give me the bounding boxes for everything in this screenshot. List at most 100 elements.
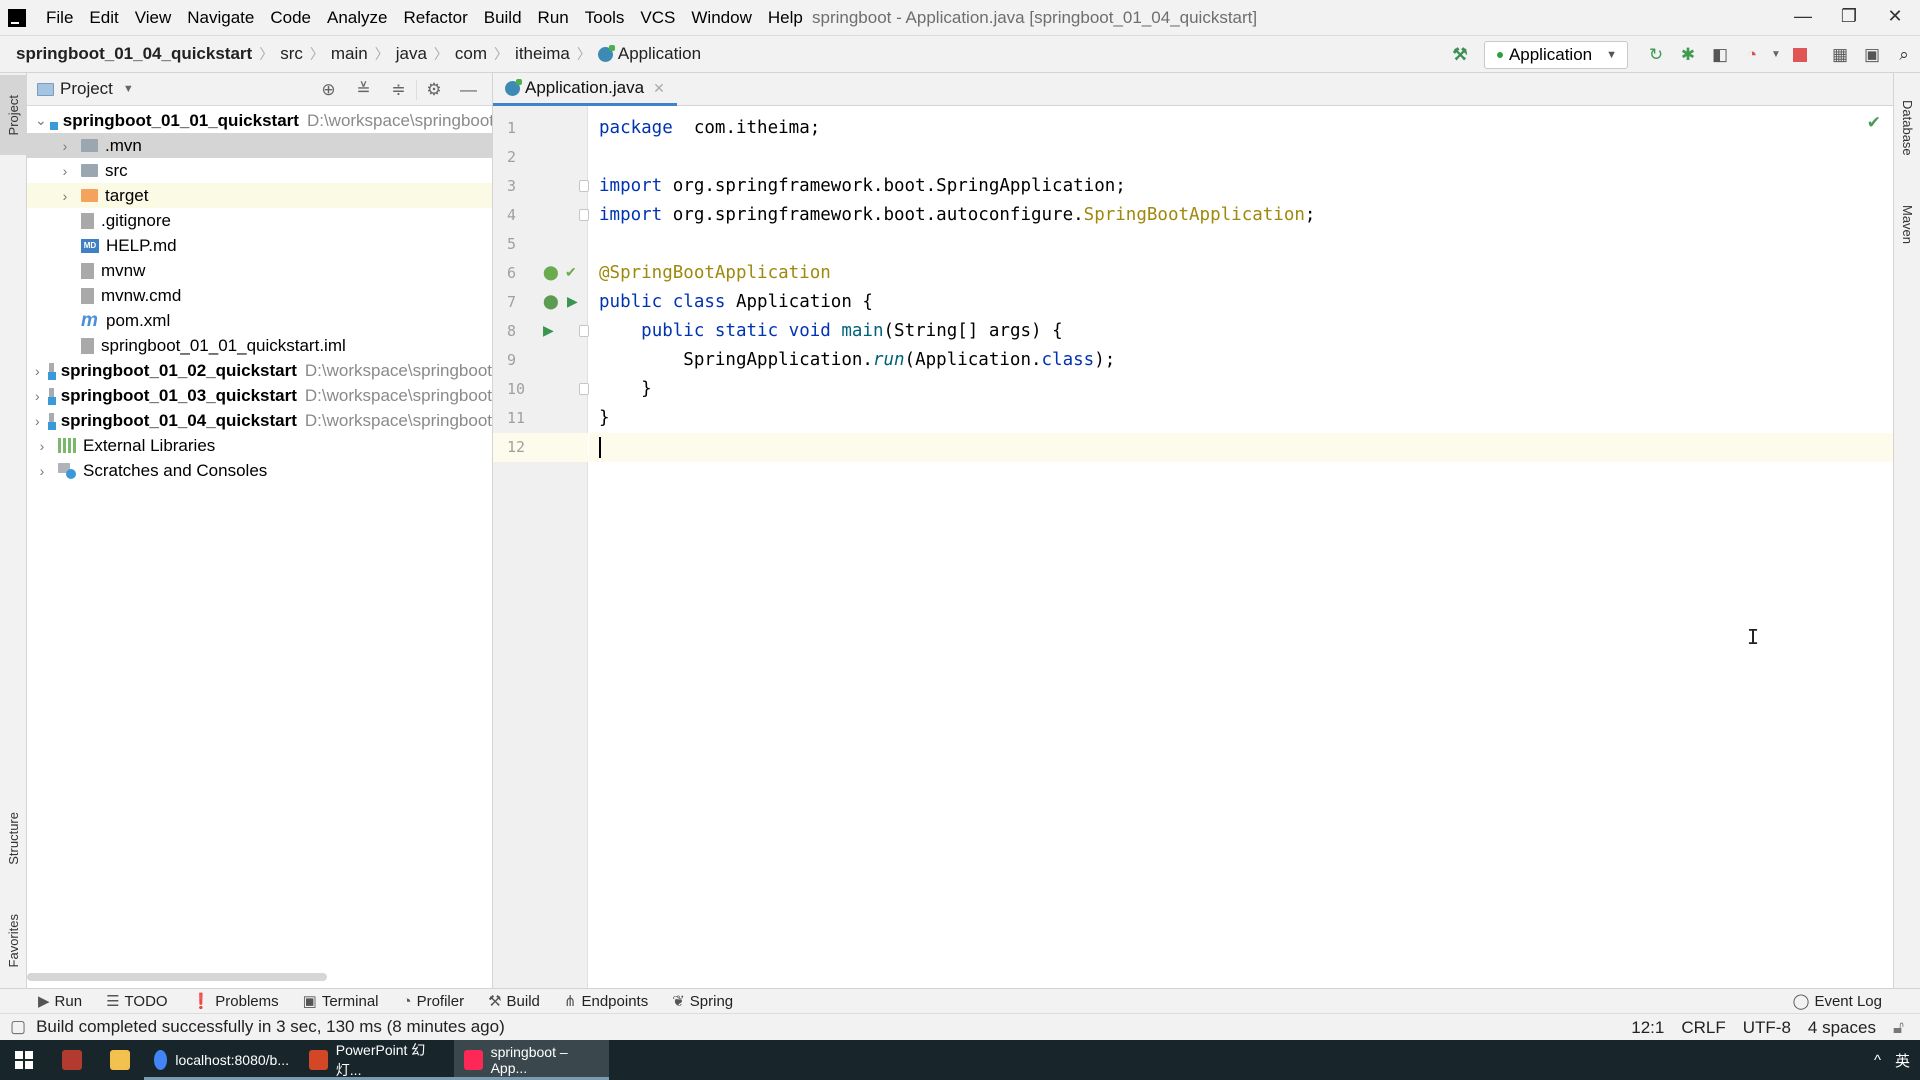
status-message[interactable]: Build completed successfully in 3 sec, 1… [36,1017,505,1037]
tree-item[interactable]: › springboot_01_03_quickstart D:\workspace… [27,383,492,408]
lock-icon[interactable]: 🔓︎ [1893,1018,1904,1038]
status-toggle-icon[interactable]: ▢ [10,1017,26,1037]
tree-item[interactable]: mvnw [27,258,492,283]
menu-run[interactable]: Run [530,8,577,28]
menu-analyze[interactable]: Analyze [319,8,395,28]
run-config-dropdown[interactable]: Application ▼ [1483,40,1628,69]
tool-tab-endpoints[interactable]: ⋔ Endpoints [564,992,648,1011]
tree-item[interactable]: › target [27,183,492,208]
chevron-right-icon[interactable]: › [35,388,40,404]
chevron-right-icon[interactable]: › [35,363,40,379]
gear-icon[interactable]: ⚙ [416,79,451,100]
chevron-down-icon[interactable]: ▼ [1768,41,1784,69]
tree-item[interactable]: › External Libraries [27,433,492,458]
event-log-tab[interactable]: ◯ Event Log [1793,992,1882,1011]
menu-navigate[interactable]: Navigate [179,8,262,28]
maven-tool-tab[interactable]: Maven [1894,185,1920,265]
tool-tab-spring[interactable]: ❦ Spring [672,992,733,1011]
build-hammer-icon[interactable]: ⚒ [1444,41,1476,69]
tree-item[interactable]: › springboot_01_02_quickstart D:\workspace… [27,358,492,383]
tool-tab-run[interactable]: ▶ Run [38,992,82,1011]
collapse-all-icon[interactable]: ≑ [381,80,416,100]
code-line[interactable]: import org.springframework.boot.autoconf… [589,201,1893,230]
inspection-ok-icon[interactable]: ✔ [1867,113,1881,133]
menu-file[interactable]: File [38,8,81,28]
coverage-icon[interactable]: ◧ [1704,41,1736,69]
taskbar-item[interactable]: springboot – App... [454,1040,609,1080]
menu-window[interactable]: Window [683,8,759,28]
spring-config-icon[interactable]: ✔ [565,264,577,281]
taskbar-item[interactable] [96,1040,144,1080]
run-gutter-icon[interactable]: ▶ [543,322,554,339]
code-line[interactable]: SpringApplication.run(Application.class)… [589,346,1893,375]
tool-tab-problems[interactable]: ❗ Problems [192,992,279,1011]
breadcrumb-java[interactable]: java [396,44,427,64]
code-line[interactable] [589,143,1893,172]
chevron-right-icon[interactable]: › [58,138,72,154]
project-view-selector[interactable]: Project [60,79,113,99]
tree-item[interactable]: MD HELP.md [27,233,492,258]
line-separator[interactable]: CRLF [1681,1018,1725,1038]
tab-application-java[interactable]: Application.java ✕ [493,73,677,106]
run-gutter-icon[interactable]: ▶ [567,293,578,310]
tool-tab-terminal[interactable]: ▣ Terminal [303,992,379,1011]
fold-marker-icon[interactable] [579,180,589,192]
code-area[interactable]: package com.itheima; import org.springfra… [589,106,1893,988]
menu-refactor[interactable]: Refactor [395,8,475,28]
chevron-down-icon[interactable]: ⌄ [35,112,47,129]
menu-vcs[interactable]: VCS [632,8,683,28]
start-button[interactable] [0,1040,48,1080]
ime-indicator[interactable]: 英 [1895,1050,1910,1071]
restore-button[interactable]: ❐ [1826,0,1872,32]
expand-all-icon[interactable]: ≚ [346,80,381,100]
menu-tools[interactable]: Tools [577,8,633,28]
code-line[interactable]: } [589,375,1893,404]
fold-marker-icon[interactable] [579,209,589,221]
debug-icon[interactable]: ✱ [1672,41,1704,69]
taskbar-item[interactable] [48,1040,96,1080]
structure-tool-tab[interactable]: Structure [0,793,27,883]
code-line[interactable]: } [589,404,1893,433]
stop-icon[interactable] [1784,41,1816,69]
breadcrumb-main[interactable]: main [331,44,368,64]
code-line[interactable] [589,230,1893,259]
locate-file-icon[interactable]: ⊕ [311,80,346,100]
code-line[interactable]: public static void main(String[] args) { [589,317,1893,346]
code-line[interactable]: import org.springframework.boot.SpringAp… [589,172,1893,201]
spring-bean-icon[interactable]: ⬤ [543,293,559,310]
menu-view[interactable]: View [127,8,180,28]
profiler-icon[interactable]: ◔ [1736,41,1768,69]
menu-help[interactable]: Help [760,8,811,28]
tool-tab-build[interactable]: ⚒ Build [488,992,540,1011]
chevron-right-icon[interactable]: › [35,413,40,429]
menu-edit[interactable]: Edit [81,8,126,28]
chevron-right-icon[interactable]: › [58,188,72,204]
spring-bean-icon[interactable]: ⬤ [543,264,559,281]
close-button[interactable]: ✕ [1872,0,1918,32]
tree-item[interactable]: › springboot_01_04_quickstart D:\workspace… [27,408,492,433]
search-icon[interactable]: ⌕ [1888,41,1920,69]
fold-marker-icon[interactable] [579,325,589,337]
terminal-window-icon[interactable]: ▣ [1856,41,1888,69]
tool-tab-todo[interactable]: ☰ TODO [106,992,168,1011]
menu-code[interactable]: Code [262,8,319,28]
indent-setting[interactable]: 4 spaces [1808,1018,1876,1038]
project-tool-tab[interactable]: Project [0,75,27,155]
tree-item[interactable]: springboot_01_01_quickstart.iml [27,333,492,358]
chevron-right-icon[interactable]: › [35,463,49,479]
code-line[interactable]: @SpringBootApplication [589,259,1893,288]
tool-tab-profiler[interactable]: ◔ Profiler [403,993,465,1010]
fold-marker-icon[interactable] [579,383,589,395]
breadcrumb-file[interactable]: Application [618,44,701,64]
tree-item[interactable]: › .mvn [27,133,492,158]
favorites-tool-tab[interactable]: Favorites [0,893,27,988]
minimize-button[interactable]: — [1780,0,1826,32]
chevron-down-icon[interactable]: ▼ [123,83,134,95]
database-tool-tab[interactable]: Database [1894,83,1920,173]
taskbar-item[interactable]: PowerPoint 幻灯... [299,1040,454,1080]
tree-item[interactable]: mvnw.cmd [27,283,492,308]
menu-build[interactable]: Build [476,8,530,28]
project-structure-icon[interactable]: ▦ [1824,41,1856,69]
file-encoding[interactable]: UTF-8 [1743,1018,1791,1038]
tree-item[interactable]: .gitignore [27,208,492,233]
